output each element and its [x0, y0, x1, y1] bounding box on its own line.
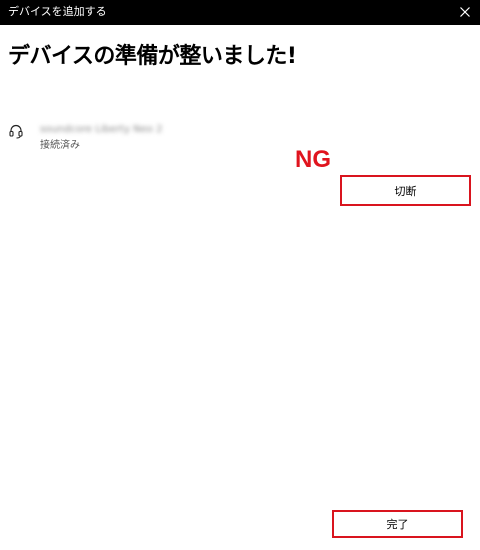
disconnect-button-label: 切断	[394, 184, 417, 198]
done-button[interactable]: 完了	[332, 510, 463, 538]
close-icon[interactable]	[456, 3, 474, 21]
window-title: デバイスを追加する	[8, 5, 107, 18]
done-button-label: 完了	[386, 518, 409, 531]
title-bar: デバイスを追加する	[0, 0, 480, 25]
ng-annotation: NG	[295, 146, 331, 173]
device-status: 接続済み	[40, 140, 80, 151]
disconnect-button[interactable]: 切断	[340, 175, 471, 206]
headset-icon	[8, 123, 24, 139]
page-title: デバイスの準備が整いました!	[8, 44, 297, 69]
device-name: soundcore Liberty Neo 2	[40, 124, 163, 135]
